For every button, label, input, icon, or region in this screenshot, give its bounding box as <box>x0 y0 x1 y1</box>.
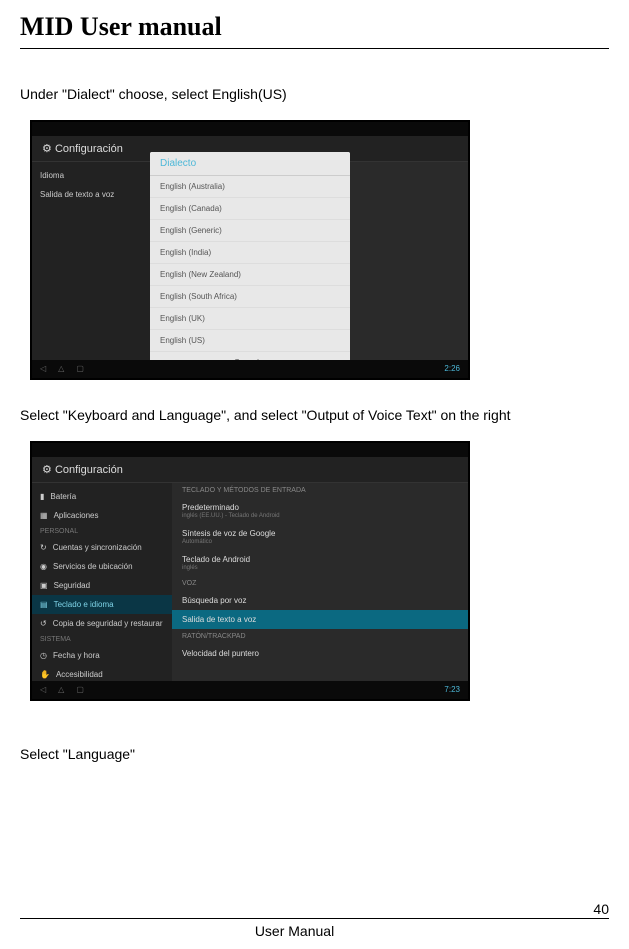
back-icon[interactable]: ◁ <box>40 364 46 373</box>
home-icon[interactable]: △ <box>58 364 64 373</box>
dialog-option[interactable]: English (Australia) <box>150 176 350 198</box>
backup-icon: ↺ <box>40 619 47 628</box>
nav-bar: ◁ △ ▢ 7:23 <box>32 681 468 699</box>
page-footer: 40 User Manual <box>20 901 609 939</box>
dialog-title: Dialecto <box>150 152 350 176</box>
dialog-option[interactable]: English (India) <box>150 242 350 264</box>
sidebar-item-location[interactable]: ◉ Servicios de ubicación <box>32 557 172 576</box>
sidebar-label: Aplicaciones <box>54 511 99 520</box>
sync-icon: ↻ <box>40 543 47 552</box>
status-bar <box>32 443 468 457</box>
lock-icon: ▣ <box>40 581 48 590</box>
back-icon[interactable]: ◁ <box>40 685 46 694</box>
item-default[interactable]: Predeterminado inglés (EE.UU.) - Teclado… <box>172 498 468 524</box>
item-label: Predeterminado <box>182 503 239 512</box>
dialog-option[interactable]: English (US) <box>150 330 350 352</box>
sidebar-label: Servicios de ubicación <box>53 562 133 571</box>
status-bar <box>32 122 468 136</box>
sidebar-section-personal: PERSONAL <box>32 525 172 538</box>
sidebar-item-accounts[interactable]: ↻ Cuentas y sincronización <box>32 538 172 557</box>
sidebar-section-system: SISTEMA <box>32 633 172 646</box>
page-title: MID User manual <box>20 12 609 42</box>
footer-text: User Manual <box>20 923 609 939</box>
dialog-option[interactable]: English (New Zealand) <box>150 264 350 286</box>
item-label: Teclado de Android <box>182 555 250 564</box>
item-label: Búsqueda por voz <box>182 596 247 605</box>
sidebar-item-datetime[interactable]: ◷ Fecha y hora <box>32 646 172 665</box>
battery-icon: ▮ <box>40 492 44 501</box>
gear-icon: ⚙ <box>42 464 52 476</box>
header-title: Configuración <box>55 143 123 155</box>
sidebar-label: Accesibilidad <box>56 670 103 679</box>
nav-icons: ◁ △ ▢ <box>40 364 84 373</box>
dialog-option[interactable]: English (Canada) <box>150 198 350 220</box>
item-label: Salida de texto a voz <box>182 615 256 624</box>
item-sublabel: inglés (EE.UU.) - Teclado de Android <box>182 513 458 519</box>
sidebar-label: Seguridad <box>54 581 90 590</box>
recents-icon[interactable]: ▢ <box>76 685 84 694</box>
section-voice: VOZ <box>172 576 468 591</box>
item-sublabel: Automático <box>182 539 458 545</box>
dialect-dialog: Dialecto English (Australia) English (Ca… <box>150 152 350 373</box>
item-android-keyboard[interactable]: Teclado de Android inglés <box>172 550 468 576</box>
instruction-3: Select "Language" <box>20 739 609 770</box>
clock-icon: ◷ <box>40 651 47 660</box>
sidebar-label: Fecha y hora <box>53 651 100 660</box>
clock: 7:23 <box>444 685 460 694</box>
item-tts-output[interactable]: Salida de texto a voz <box>172 610 468 629</box>
sidebar-item-security[interactable]: ▣ Seguridad <box>32 576 172 595</box>
instruction-1: Under "Dialect" choose, select English(U… <box>20 79 609 110</box>
item-google-voice[interactable]: Síntesis de voz de Google Automático <box>172 524 468 550</box>
location-icon: ◉ <box>40 562 47 571</box>
header-title: Configuración <box>55 464 123 476</box>
page-number: 40 <box>20 901 609 917</box>
sidebar-label: Copia de seguridad y restaurar <box>53 619 163 628</box>
sidebar-item-keyboard[interactable]: ▤ Teclado e idioma <box>32 595 172 614</box>
title-rule <box>20 48 609 49</box>
clock: 2:26 <box>444 364 460 373</box>
dialog-option[interactable]: English (Generic) <box>150 220 350 242</box>
item-pointer-speed[interactable]: Velocidad del puntero <box>172 644 468 663</box>
main-panel: TECLADO Y MÉTODOS DE ENTRADA Predetermin… <box>172 483 468 681</box>
sidebar: ▮ Batería ▦ Aplicaciones PERSONAL ↻ Cuen… <box>32 483 172 681</box>
keyboard-icon: ▤ <box>40 600 48 609</box>
gear-icon: ⚙ <box>42 143 52 155</box>
item-sublabel: inglés <box>182 565 458 571</box>
recents-icon[interactable]: ▢ <box>76 364 84 373</box>
nav-icons: ◁ △ ▢ <box>40 685 84 694</box>
sidebar-label: Idioma <box>40 171 64 180</box>
section-mouse: RATÓN/TRACKPAD <box>172 629 468 644</box>
home-icon[interactable]: △ <box>58 685 64 694</box>
item-label: Síntesis de voz de Google <box>182 529 275 538</box>
screenshot-keyboard-language: ⚙ Configuración ▮ Batería ▦ Aplicaciones… <box>30 441 470 701</box>
sidebar-item-backup[interactable]: ↺ Copia de seguridad y restaurar <box>32 614 172 633</box>
screenshot-dialect: ⚙ Configuración Idioma Salida de texto a… <box>30 120 470 380</box>
accessibility-icon: ✋ <box>40 670 50 679</box>
instruction-2: Select "Keyboard and Language", and sele… <box>20 400 609 431</box>
sidebar-item-battery[interactable]: ▮ Batería <box>32 487 172 506</box>
footer-rule <box>20 918 609 919</box>
nav-bar: ◁ △ ▢ 2:26 <box>32 360 468 378</box>
sidebar-label: Cuentas y sincronización <box>53 543 142 552</box>
dialog-option[interactable]: English (UK) <box>150 308 350 330</box>
apps-icon: ▦ <box>40 511 48 520</box>
sidebar-item-apps[interactable]: ▦ Aplicaciones <box>32 506 172 525</box>
sidebar-label: Batería <box>50 492 76 501</box>
sidebar-label: Teclado e idioma <box>54 600 114 609</box>
item-label: Velocidad del puntero <box>182 649 259 658</box>
dialog-option[interactable]: English (South Africa) <box>150 286 350 308</box>
section-keyboard-input: TECLADO Y MÉTODOS DE ENTRADA <box>172 483 468 498</box>
app-header: ⚙ Configuración <box>32 457 468 483</box>
sidebar-label: Salida de texto a voz <box>40 190 114 199</box>
item-voice-search[interactable]: Búsqueda por voz <box>172 591 468 610</box>
